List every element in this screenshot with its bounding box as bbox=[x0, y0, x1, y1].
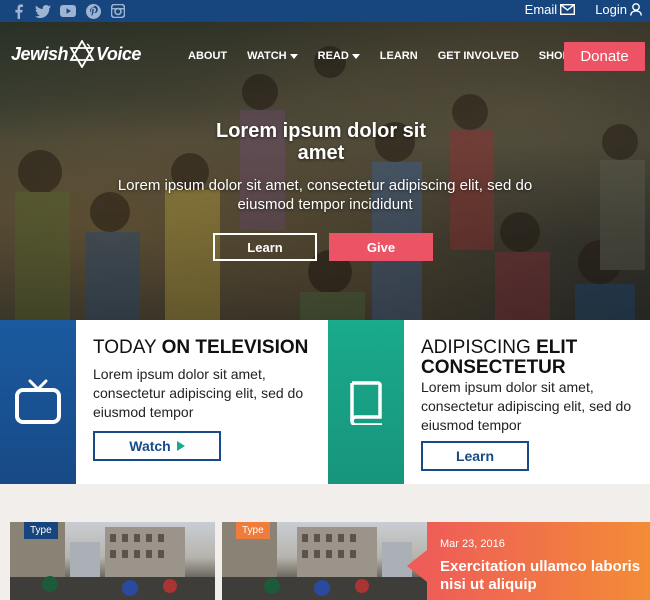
nav-item-learn[interactable]: LEARN bbox=[380, 50, 418, 62]
tv-icon bbox=[15, 379, 61, 424]
login-label: Login bbox=[595, 2, 627, 17]
site-logo[interactable]: Jewish Voice bbox=[11, 36, 141, 72]
pinterest-icon[interactable] bbox=[85, 3, 101, 19]
utility-links: Email Login bbox=[525, 2, 642, 17]
feature-icon-panel bbox=[0, 320, 76, 484]
nav-label: ABOUT bbox=[188, 50, 228, 62]
feature-title: ADIPISCING ELIT CONSECTETUR bbox=[421, 338, 591, 378]
play-icon bbox=[176, 441, 185, 451]
feature-adipiscing: ADIPISCING ELIT CONSECTETUR Lorem ipsum … bbox=[328, 320, 650, 484]
logo-text-left: Jewish bbox=[11, 43, 69, 64]
email-label: Email bbox=[524, 2, 558, 17]
nav-label: GET INVOLVED bbox=[437, 50, 519, 62]
feature-text: Lorem ipsum dolor sit amet, consectetur … bbox=[93, 366, 304, 420]
promo-pointer bbox=[407, 550, 427, 582]
feature-television: TODAY ON TELEVISION Lorem ipsum dolor si… bbox=[0, 320, 328, 484]
type-badge: Type bbox=[236, 522, 270, 539]
news-card-image[interactable]: Type bbox=[222, 522, 427, 600]
feature-title-bold: ON TELEVISION bbox=[161, 337, 309, 358]
login-link[interactable]: Login bbox=[595, 2, 642, 17]
feature-title: TODAY ON TELEVISION bbox=[93, 338, 308, 358]
learn-button[interactable]: Learn bbox=[421, 441, 529, 471]
feature-title-light: TODAY bbox=[93, 337, 162, 358]
article-title[interactable]: Exercitation ullamco laboris nisi ut ali… bbox=[440, 558, 645, 594]
feature-text: Lorem ipsum dolor sit amet, consectetur … bbox=[421, 379, 632, 433]
instagram-icon[interactable] bbox=[110, 3, 126, 19]
feature-icon-panel bbox=[328, 320, 404, 484]
type-badge: Type bbox=[24, 522, 58, 539]
hero-subtitle: Lorem ipsum dolor sit amet, consectetur … bbox=[117, 177, 533, 213]
facebook-icon[interactable] bbox=[10, 3, 26, 19]
featured-article[interactable]: Mar 23, 2016 Exercitation ullamco labori… bbox=[407, 522, 650, 600]
feature-body: ADIPISCING ELIT CONSECTETUR Lorem ipsum … bbox=[404, 320, 650, 484]
nav-item-get-involved[interactable]: GET INVOLVED bbox=[438, 50, 519, 62]
hero-banner: Jewish Voice ABOUT WATCH READ LEARN GET … bbox=[0, 22, 650, 320]
feature-body: TODAY ON TELEVISION Lorem ipsum dolor si… bbox=[76, 320, 328, 484]
email-link[interactable]: Email bbox=[525, 2, 576, 17]
user-icon bbox=[630, 3, 642, 16]
main-nav: ABOUT WATCH READ LEARN GET INVOLVED SHOP bbox=[188, 50, 590, 62]
star-of-david-icon bbox=[69, 40, 95, 68]
nav-label: LEARN bbox=[379, 50, 418, 62]
hero-title: Lorem ipsum dolor sit amet bbox=[215, 120, 427, 164]
learn-button-label: Learn bbox=[455, 448, 495, 464]
top-utility-bar: Email Login bbox=[0, 0, 650, 22]
envelope-icon bbox=[560, 4, 576, 15]
watch-button-label: Watch bbox=[129, 438, 171, 454]
twitter-icon[interactable] bbox=[35, 3, 51, 19]
nav-item-read[interactable]: READ bbox=[318, 50, 360, 62]
hero-give-button[interactable]: Give bbox=[329, 233, 433, 261]
caret-down-icon bbox=[351, 53, 360, 59]
youtube-icon[interactable] bbox=[60, 3, 76, 19]
nav-label: WATCH bbox=[247, 50, 287, 62]
feature-title-light: ADIPISCING bbox=[421, 337, 537, 358]
nav-item-about[interactable]: ABOUT bbox=[188, 50, 227, 62]
caret-down-icon bbox=[289, 53, 298, 59]
nav-label: READ bbox=[317, 50, 349, 62]
book-icon bbox=[350, 381, 382, 425]
donate-button[interactable]: Donate bbox=[564, 42, 645, 71]
logo-text-right: Voice bbox=[96, 43, 141, 64]
news-section: Type Type Mar 23, 2016 Exercitation ulla… bbox=[0, 484, 650, 600]
nav-item-watch[interactable]: WATCH bbox=[247, 50, 298, 62]
hero-learn-button[interactable]: Learn bbox=[213, 233, 317, 261]
watch-button[interactable]: Watch bbox=[93, 431, 221, 461]
article-date: Mar 23, 2016 bbox=[440, 538, 505, 550]
social-links bbox=[10, 3, 126, 19]
news-card-image[interactable]: Type bbox=[10, 522, 215, 600]
